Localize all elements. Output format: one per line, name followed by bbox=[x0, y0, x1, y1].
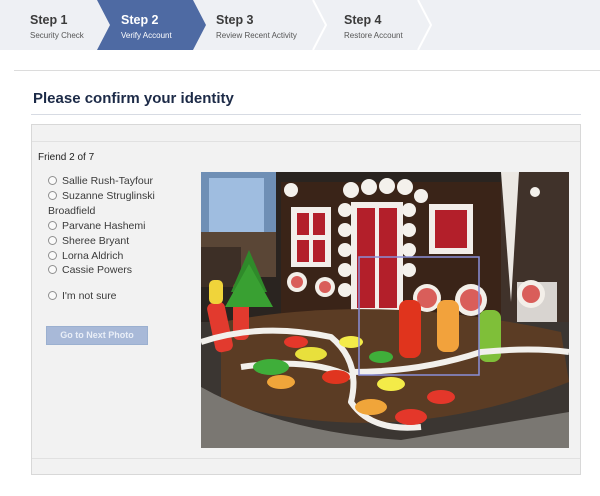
step-2-subtitle: Verify Account bbox=[121, 31, 172, 40]
option-label: Sallie Rush-Tayfour bbox=[62, 175, 154, 187]
page-title: Please confirm your identity bbox=[33, 90, 234, 107]
panel-divider bbox=[32, 141, 580, 142]
gingerbread-house-photo bbox=[201, 172, 569, 448]
radio-icon[interactable] bbox=[48, 251, 57, 260]
step-1-subtitle: Security Check bbox=[30, 31, 84, 40]
step-3-title: Step 3 bbox=[216, 13, 254, 27]
option-label: Parvane Hashemi bbox=[62, 220, 146, 232]
option-suzanne[interactable]: Suzanne Struglinski bbox=[48, 189, 155, 204]
option-cassie[interactable]: Cassie Powers bbox=[48, 263, 132, 278]
step-2-title: Step 2 bbox=[121, 13, 159, 27]
radio-icon[interactable] bbox=[48, 221, 57, 230]
option-sallie[interactable]: Sallie Rush-Tayfour bbox=[48, 174, 153, 189]
next-photo-button[interactable]: Go to Next Photo bbox=[46, 326, 148, 345]
option-suzanne-cont: Broadfield bbox=[48, 204, 95, 219]
option-label: Lorna Aldrich bbox=[62, 250, 124, 262]
friend-photo bbox=[201, 172, 569, 448]
step-1-title: Step 1 bbox=[30, 13, 68, 27]
step-4-subtitle: Restore Account bbox=[344, 31, 403, 40]
option-label: Sheree Bryant bbox=[62, 235, 130, 247]
option-label: I'm not sure bbox=[62, 290, 117, 302]
option-label-continued: Broadfield bbox=[48, 205, 96, 217]
radio-icon[interactable] bbox=[48, 176, 57, 185]
progress-steps: Step 1 Security Check Step 2 Verify Acco… bbox=[0, 0, 600, 50]
option-not-sure[interactable]: I'm not sure bbox=[48, 289, 117, 304]
option-label: Cassie Powers bbox=[62, 264, 133, 276]
radio-icon[interactable] bbox=[48, 191, 57, 200]
step-3-subtitle: Review Recent Activity bbox=[216, 31, 297, 40]
option-parvane[interactable]: Parvane Hashemi bbox=[48, 219, 145, 234]
friend-counter: Friend 2 of 7 bbox=[38, 152, 95, 163]
step-4-title: Step 4 bbox=[344, 13, 382, 27]
title-divider bbox=[31, 114, 581, 115]
panel-footer-divider bbox=[32, 458, 580, 459]
option-label: Suzanne Struglinski bbox=[62, 190, 155, 202]
radio-icon[interactable] bbox=[48, 265, 57, 274]
step-arrows bbox=[97, 0, 433, 50]
option-lorna[interactable]: Lorna Aldrich bbox=[48, 249, 123, 264]
option-sheree[interactable]: Sheree Bryant bbox=[48, 234, 129, 249]
radio-icon[interactable] bbox=[48, 236, 57, 245]
radio-icon[interactable] bbox=[48, 291, 57, 300]
